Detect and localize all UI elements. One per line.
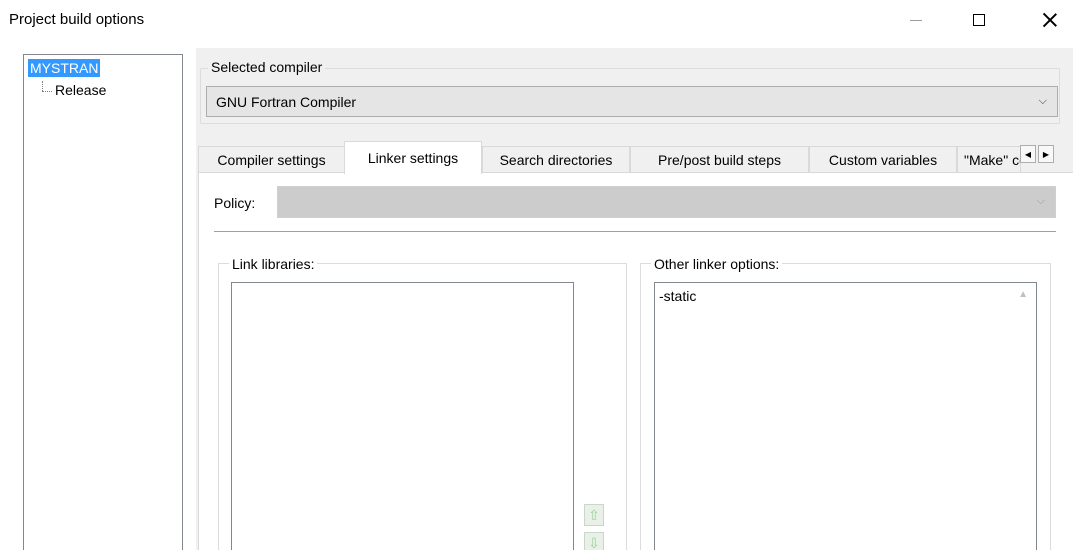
tab-scroll-right-button[interactable]: ▶ xyxy=(1038,145,1054,163)
maximize-icon xyxy=(973,14,985,26)
window-title: Project build options xyxy=(9,11,145,28)
green-up-arrow-icon: ⇧ xyxy=(588,507,600,523)
policy-label: Policy: xyxy=(214,195,256,211)
title-bar: Project build options xyxy=(0,0,1073,44)
tab-scroll-right-icon: ▶ xyxy=(1042,149,1050,159)
tab-custom-variables[interactable]: Custom variables xyxy=(809,146,957,173)
tab-linker-settings[interactable]: Linker settings xyxy=(344,141,482,174)
green-down-arrow-icon: ⇩ xyxy=(588,535,600,550)
selected-compiler-label: Selected compiler xyxy=(208,59,326,75)
maximize-button[interactable] xyxy=(956,0,1002,40)
tab-strip: Compiler settings Linker settings Search… xyxy=(198,141,1073,174)
project-tree[interactable]: MYSTRAN Release xyxy=(23,54,183,550)
compiler-dropdown-value: GNU Fortran Compiler xyxy=(216,93,357,110)
divider xyxy=(214,231,1056,232)
move-up-button[interactable]: ⇧ xyxy=(584,504,604,526)
tab-make-commands[interactable]: "Make" commands xyxy=(957,146,1021,173)
link-libraries-list[interactable] xyxy=(231,282,574,550)
minimize-icon xyxy=(910,19,922,21)
minimize-button[interactable] xyxy=(893,0,939,40)
other-linker-options-value: -static xyxy=(659,288,697,304)
close-button[interactable] xyxy=(1027,0,1073,40)
tab-compiler-settings[interactable]: Compiler settings xyxy=(198,146,345,173)
tab-search-directories[interactable]: Search directories xyxy=(482,146,630,173)
chevron-down-icon: ⌵ xyxy=(1038,95,1047,107)
close-icon xyxy=(1043,13,1057,27)
tree-connector-horizontal xyxy=(42,91,52,92)
tree-item-release[interactable]: Release xyxy=(55,82,106,98)
link-libraries-label: Link libraries: xyxy=(229,256,318,272)
tree-item-mystran[interactable]: MYSTRAN xyxy=(28,59,101,77)
policy-dropdown[interactable]: ⌵ xyxy=(277,186,1056,218)
chevron-down-icon: ⌵ xyxy=(1036,195,1045,207)
tab-scroll-left-button[interactable]: ◀ xyxy=(1020,145,1036,163)
other-linker-options-textarea[interactable]: -static ▲ xyxy=(654,282,1037,550)
move-down-button[interactable]: ⇩ xyxy=(584,532,604,550)
scroll-up-icon[interactable]: ▲ xyxy=(1018,289,1028,300)
tab-pre-post-build-steps[interactable]: Pre/post build steps xyxy=(630,146,809,173)
tree-connector-vertical xyxy=(42,81,43,91)
tab-scroll-left-icon: ◀ xyxy=(1024,149,1032,159)
compiler-dropdown[interactable]: GNU Fortran Compiler ⌵ xyxy=(206,86,1058,117)
other-linker-options-label: Other linker options: xyxy=(651,256,783,272)
